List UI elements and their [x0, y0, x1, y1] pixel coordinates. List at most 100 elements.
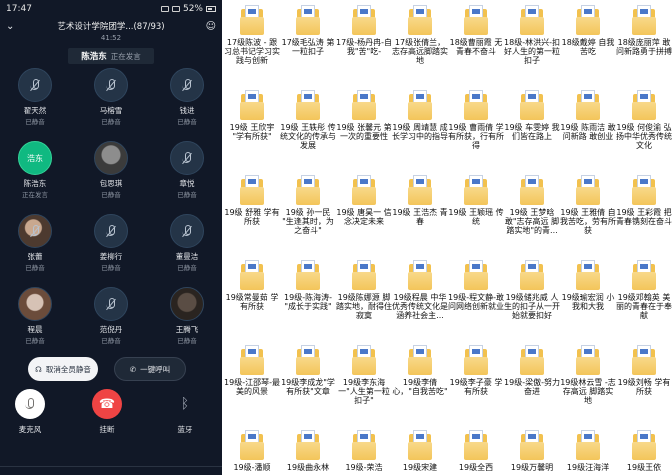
- file-item[interactable]: 19级-荣浩: [336, 430, 392, 472]
- call-duration: 41:52: [100, 34, 122, 42]
- participant-tile[interactable]: 董曼洁 已静音: [157, 214, 217, 272]
- participant-tile[interactable]: 钱进 已静音: [157, 68, 217, 126]
- file-item[interactable]: 19级李成龙"学有所获"文章: [280, 345, 336, 396]
- file-name: 19级 曹雨倩 学有所获，行有所得: [448, 123, 504, 150]
- file-name: 19级李子豪 学有所获: [449, 378, 503, 396]
- participant-tile[interactable]: 马榕雪 已静音: [81, 68, 141, 126]
- bluetooth-control[interactable]: ᛒ 蓝牙: [160, 389, 210, 435]
- file-item[interactable]: 19级 王轶彤 传统文化的传承与发展: [280, 90, 336, 150]
- file-item[interactable]: 18级-林洪兴-扣好人生的第一粒扣子: [504, 5, 560, 65]
- file-item[interactable]: 19级李东海一"人生第一粒扣子": [336, 345, 392, 405]
- participant-tile[interactable]: 王腾飞 已静音: [157, 287, 217, 345]
- folder-icon: [351, 90, 377, 120]
- file-item[interactable]: 19级 王浩杰 青春: [392, 175, 448, 226]
- participant-status: 已静音: [177, 118, 197, 126]
- file-item[interactable]: 19级-江邵琴-最美的风景: [224, 345, 280, 396]
- file-item[interactable]: 19级-程文静-敢问网络创新就业: [448, 260, 504, 311]
- collapse-chevron-icon[interactable]: ⌄: [6, 21, 20, 32]
- participant-tile[interactable]: 张蕾 已静音: [5, 214, 65, 272]
- file-item[interactable]: 18级戴婷 自我苦吃: [560, 5, 616, 56]
- file-name: 18级戴婷 自我苦吃: [561, 38, 615, 56]
- folder-icon: [407, 5, 433, 35]
- file-name: 19级-江邵琴-最美的风景: [224, 378, 280, 396]
- call-controls: 麦克风 ☎ 挂断 ᛒ 蓝牙: [0, 389, 222, 475]
- folder-icon: [239, 5, 265, 35]
- participant-tile[interactable]: 程晨 已静音: [5, 287, 65, 345]
- file-name: 19级 孙一民 "生逢其时，为之奋斗": [282, 208, 334, 235]
- add-member-icon[interactable]: ☺: [202, 21, 216, 32]
- file-item[interactable]: 19级邓翰英 美丽的青春在于奉献: [616, 260, 672, 320]
- file-item[interactable]: 19级曲永林: [280, 430, 336, 472]
- file-item[interactable]: 19级程晨 中华优秀传统文化是涵养社会主...: [392, 260, 448, 320]
- file-item[interactable]: 19级 王梦晗 敢"志存高远 脚踏实地"的青...: [504, 175, 560, 235]
- file-item[interactable]: 19级王依: [616, 430, 672, 472]
- hangup-label: 挂断: [99, 425, 115, 434]
- file-name: 19级全西: [458, 463, 494, 472]
- file-item[interactable]: 17级毛弘涛 第一粒扣子: [280, 5, 336, 56]
- file-item[interactable]: 19级 曹雨倩 学有所获，行有所得: [448, 90, 504, 150]
- folder-icon: [519, 90, 545, 120]
- file-item[interactable]: 19级宋建: [392, 430, 448, 472]
- file-item[interactable]: 19级瑜宏润 小我和大我: [560, 260, 616, 311]
- participant-tile[interactable]: 浩东 陈浩东 正在发言: [5, 141, 65, 199]
- hangup-icon[interactable]: ☎: [92, 389, 122, 419]
- file-item[interactable]: 19级 王欣宇 "学有所获": [224, 90, 280, 141]
- file-item[interactable]: 19级 周靖慧 成长学习中的指导: [392, 90, 448, 141]
- mic-control[interactable]: 麦克风: [5, 389, 55, 435]
- call-all-button[interactable]: ✆ 一键呼叫: [114, 357, 186, 381]
- hangup-control[interactable]: ☎ 挂断: [82, 389, 132, 435]
- file-item[interactable]: 19级万馨明: [504, 430, 560, 472]
- call-header: ⌄ 艺术设计学院团学...(87/93) ☺: [0, 18, 222, 34]
- file-name: 19级陈娜源 脚踏实地，耐得住寂寞: [336, 293, 392, 320]
- participant-status: 已静音: [177, 191, 197, 199]
- file-item[interactable]: 19级常曼茹 学有所获: [224, 260, 280, 311]
- file-item[interactable]: 19级 何俊渝 弘扬中华优秀传统文化: [616, 90, 672, 150]
- participant-tile[interactable]: 包思琪 已静音: [81, 141, 141, 199]
- file-item[interactable]: 17级-杨丹冉-自我"苦"吃-: [336, 5, 392, 56]
- file-item[interactable]: 19级刘畅 学有所获: [616, 345, 672, 396]
- file-item[interactable]: 19级-潘顺: [224, 430, 280, 472]
- file-item[interactable]: 19级 唐昊一 信念决定未来: [336, 175, 392, 226]
- file-item[interactable]: 19级 孙一民 "生逢其时，为之奋斗": [280, 175, 336, 235]
- file-item[interactable]: 19级 张馨元 第一次的重要性: [336, 90, 392, 141]
- file-item[interactable]: 17级张倩兰，志存高远脚踏实地: [392, 5, 448, 65]
- participant-tile[interactable]: 姜柳行 已静音: [81, 214, 141, 272]
- file-item[interactable]: 19级 车雯婷 我们皆在路上: [504, 90, 560, 141]
- file-item[interactable]: 19级陈娜源 脚踏实地，耐得住寂寞: [336, 260, 392, 320]
- folder-icon: [407, 430, 433, 460]
- mic-label: 麦克风: [18, 425, 42, 434]
- file-item[interactable]: 18级曹丽霞 无青春不奋斗: [448, 5, 504, 56]
- participant-tile[interactable]: 翟天然 已静音: [5, 68, 65, 126]
- file-name: 19级 王欣宇 "学有所获": [229, 123, 275, 141]
- participant-tile[interactable]: 范倪丹 已静音: [81, 287, 141, 345]
- file-item[interactable]: 19级林云雪 -志存高远 脚踏实地: [560, 345, 616, 405]
- participant-status: 已静音: [177, 264, 197, 272]
- file-item[interactable]: 18级庞丽萍 敢问新路勇于拼搏: [616, 5, 672, 56]
- folder-icon: [575, 345, 601, 375]
- file-name: 19级宋建: [402, 463, 438, 472]
- file-name: 19级王依: [626, 463, 662, 472]
- file-name: 19级-荣浩: [345, 463, 383, 472]
- file-item[interactable]: 19级 王雅倩 自我苦吃，劳有所获: [560, 175, 616, 235]
- mic-off-icon[interactable]: [15, 389, 45, 419]
- folder-icon: [351, 430, 377, 460]
- file-item[interactable]: 19级 舒雅 学有所获: [224, 175, 280, 226]
- file-item[interactable]: 19级 王彩霞 把青春镌刻在奋斗: [616, 175, 672, 226]
- file-item[interactable]: 19级李倩心，"自我苦吃": [392, 345, 448, 396]
- file-name: 19级程晨 中华优秀传统文化是涵养社会主...: [392, 293, 448, 320]
- participant-tile[interactable]: 章悦 已静音: [157, 141, 217, 199]
- file-name: 19级 陈雨洁 敢问新路 敢创业: [560, 123, 616, 141]
- unmute-all-button[interactable]: ☊ 取消全员静音: [28, 357, 98, 381]
- file-item[interactable]: 17级陈波 - 跟习总书记学习实践与创新: [224, 5, 280, 65]
- file-item[interactable]: 19级-陈海涛-"成长于实践": [280, 260, 336, 311]
- file-name: 17级陈波 - 跟习总书记学习实践与创新: [224, 38, 280, 65]
- folder-icon: [631, 260, 657, 290]
- bluetooth-icon[interactable]: ᛒ: [170, 389, 200, 419]
- file-item[interactable]: 19级汪海洋: [560, 430, 616, 472]
- file-item[interactable]: 19级储兆威 人生的扣子从一开始就要扣好: [504, 260, 560, 320]
- file-item[interactable]: 19级全西: [448, 430, 504, 472]
- file-item[interactable]: 19级 陈雨洁 敢问新路 敢创业: [560, 90, 616, 141]
- file-item[interactable]: 19级 王颖瑶 传统: [448, 175, 504, 226]
- file-item[interactable]: 19级-梁傲-努力 奋进: [504, 345, 560, 396]
- file-item[interactable]: 19级李子豪 学有所获: [448, 345, 504, 396]
